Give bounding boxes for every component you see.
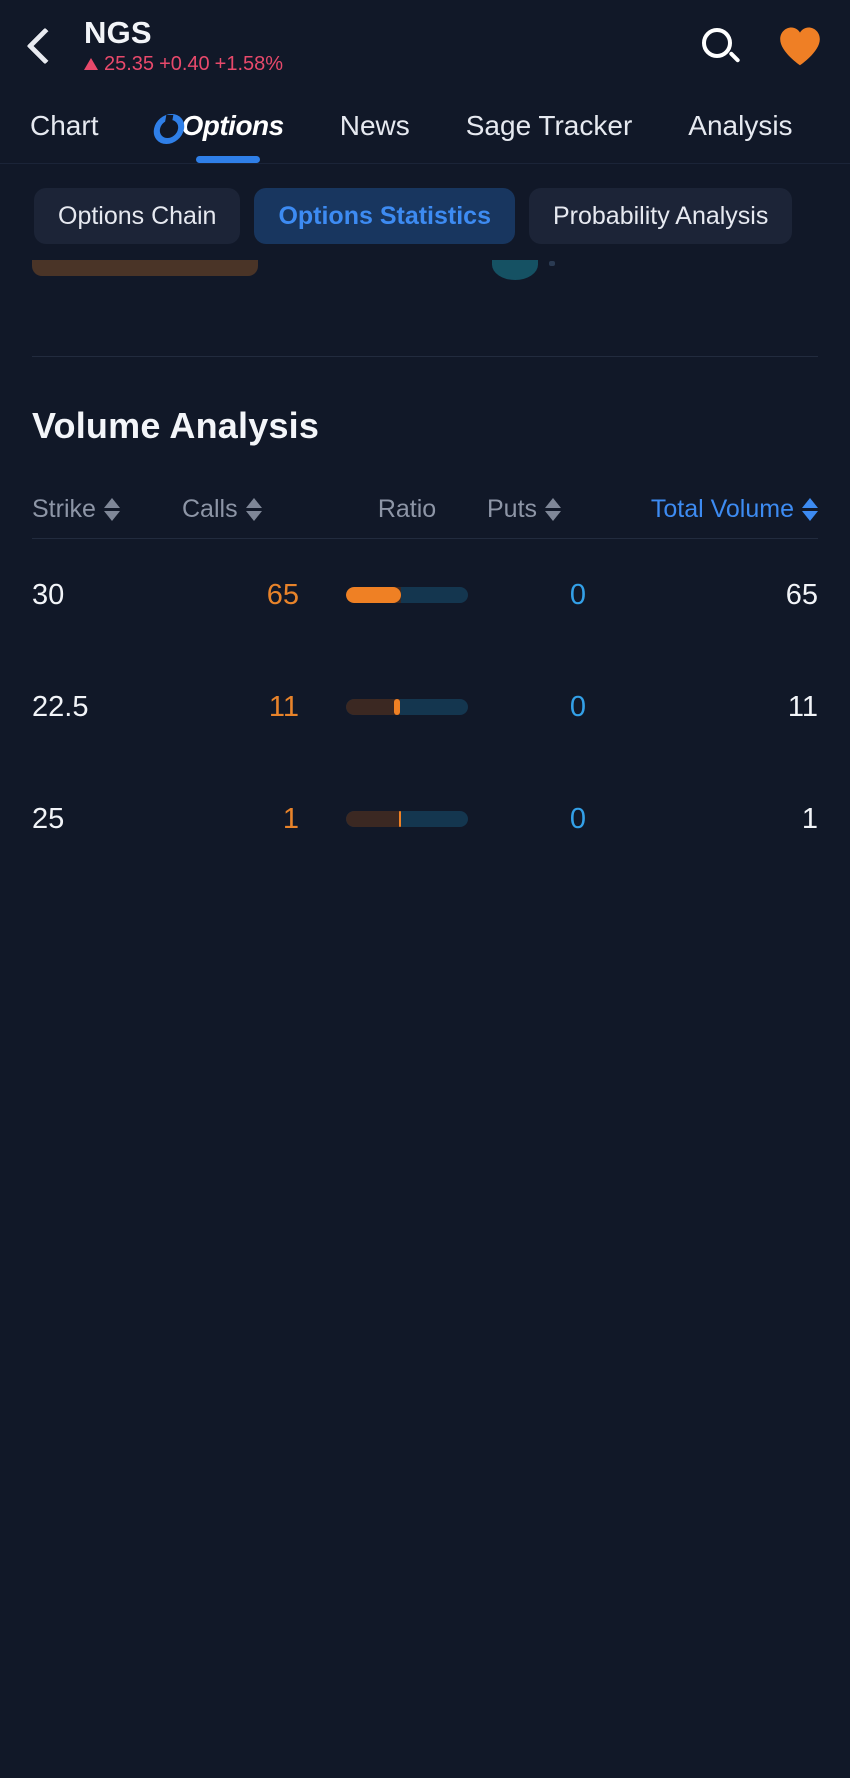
search-button[interactable] xyxy=(700,26,741,66)
sort-icon-active xyxy=(802,498,818,521)
options-logo-icon xyxy=(154,114,184,144)
column-header-ratio-label: Ratio xyxy=(377,495,437,523)
table-row[interactable]: 22.5 11 0 11 xyxy=(32,651,818,763)
column-header-total-volume-label: Total Volume xyxy=(650,495,794,523)
column-header-total-volume[interactable]: Total Volume xyxy=(622,495,818,524)
column-header-strike[interactable]: Strike xyxy=(32,495,182,524)
cell-ratio xyxy=(327,699,487,715)
symbol-block: NGS 25.35 +0.40 +1.58% xyxy=(84,17,283,75)
subtab-options-chain-label: Options Chain xyxy=(58,201,217,230)
sort-icon xyxy=(103,498,120,521)
column-header-calls-label: Calls xyxy=(182,495,238,523)
header-actions xyxy=(700,25,822,67)
volume-analysis-table: Strike Calls Ratio Puts Total Volume 30 6… xyxy=(0,481,850,875)
quote-change-percent: +1.58% xyxy=(214,52,284,75)
subtab-options-statistics[interactable]: Options Statistics xyxy=(254,188,515,244)
tab-options-label: Options xyxy=(181,109,284,141)
ratio-bar xyxy=(346,699,468,715)
column-header-puts-label: Puts xyxy=(487,495,538,523)
page-title: NGS xyxy=(84,15,152,51)
tab-chart-label: Chart xyxy=(30,109,99,141)
ratio-bar xyxy=(346,811,468,827)
cell-strike: 25 xyxy=(32,802,65,835)
back-chevron-icon xyxy=(26,27,64,65)
cell-calls: 65 xyxy=(266,578,299,611)
up-triangle-icon xyxy=(84,57,98,70)
subtab-options-statistics-label: Options Statistics xyxy=(278,201,491,230)
tab-news-label: News xyxy=(339,109,410,141)
subtab-probability-analysis-label: Probability Analysis xyxy=(552,201,769,230)
tab-sage-tracker[interactable]: Sage Tracker xyxy=(466,110,633,146)
favorite-button[interactable] xyxy=(778,25,822,67)
tab-news[interactable]: News xyxy=(340,110,410,146)
heart-icon xyxy=(780,27,820,66)
quote-change: +0.40 xyxy=(159,52,210,75)
quote-price: 25.35 xyxy=(104,52,155,75)
column-header-strike-label: Strike xyxy=(32,495,96,523)
cell-puts: 0 xyxy=(569,578,586,611)
volume-analysis-title: Volume Analysis xyxy=(32,405,320,446)
scrolled-content-remnant xyxy=(0,260,850,308)
cell-calls: 11 xyxy=(268,690,299,723)
column-header-calls[interactable]: Calls xyxy=(182,495,327,524)
tab-analysis-label: Analysis xyxy=(688,109,793,141)
quote-row: 25.35 +0.40 +1.58% xyxy=(84,53,283,75)
remnant-arc xyxy=(492,260,538,280)
column-header-puts[interactable]: Puts xyxy=(487,495,622,524)
tab-chart[interactable]: Chart xyxy=(30,110,98,146)
sort-icon xyxy=(545,498,562,521)
cell-total-volume: 1 xyxy=(801,802,818,835)
cell-calls: 1 xyxy=(282,802,299,835)
remnant-dot xyxy=(549,261,555,266)
app-header: NGS 25.35 +0.40 +1.58% xyxy=(0,0,850,92)
cell-total-volume: 65 xyxy=(785,578,818,611)
options-statistics-screen: NGS 25.35 +0.40 +1.58% Chart Options New… xyxy=(0,0,850,1778)
cell-ratio xyxy=(327,811,487,827)
ratio-bar xyxy=(346,587,468,603)
active-tab-indicator xyxy=(196,156,260,163)
table-row[interactable]: 25 1 0 1 xyxy=(32,763,818,875)
sort-icon xyxy=(245,498,262,521)
column-header-ratio: Ratio xyxy=(327,495,487,524)
section-tabs: Chart Options News Sage Tracker Analysis xyxy=(0,92,850,164)
back-button[interactable] xyxy=(26,18,72,74)
search-icon xyxy=(700,26,741,66)
cell-total-volume: 11 xyxy=(787,690,818,723)
cell-puts: 0 xyxy=(569,802,586,835)
cell-puts: 0 xyxy=(569,690,586,723)
tab-analysis[interactable]: Analysis xyxy=(688,110,792,146)
options-subtabs: Options Chain Options Statistics Probabi… xyxy=(0,164,850,244)
tab-sage-tracker-label: Sage Tracker xyxy=(465,109,633,141)
subtab-probability-analysis[interactable]: Probability Analysis xyxy=(528,188,793,244)
table-row[interactable]: 30 65 0 65 xyxy=(32,539,818,651)
remnant-bar xyxy=(32,260,258,276)
tab-options[interactable]: Options xyxy=(154,109,284,146)
subtab-options-chain[interactable]: Options Chain xyxy=(34,188,241,244)
cell-strike: 30 xyxy=(32,578,65,611)
table-body: 30 65 0 65 22.5 11 0 11 25 1 0 1 xyxy=(32,539,818,875)
cell-strike: 22.5 xyxy=(32,690,89,723)
cell-ratio xyxy=(327,587,487,603)
table-header-row: Strike Calls Ratio Puts Total Volume xyxy=(32,481,818,539)
